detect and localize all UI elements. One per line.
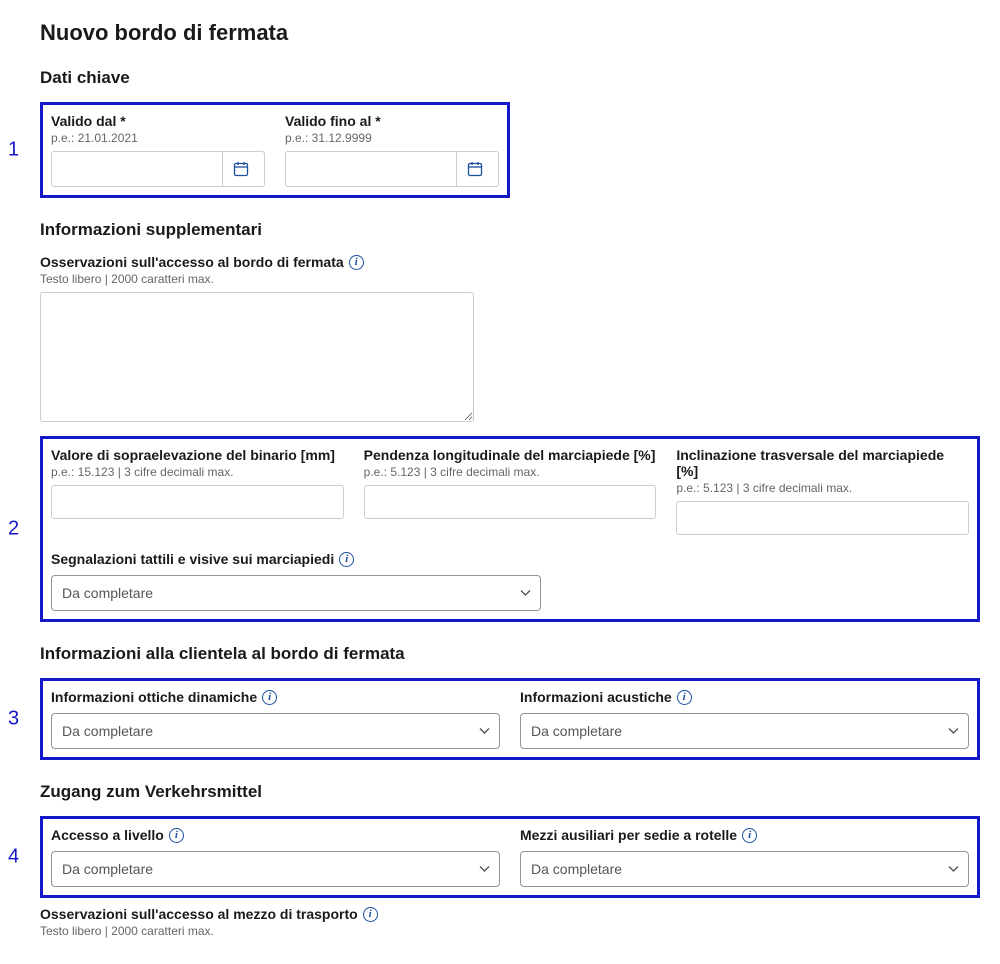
inclinazione-trasv-input[interactable]	[676, 501, 969, 535]
section-info-clientela-title: Informazioni alla clientela al bordo di …	[40, 644, 980, 664]
acustiche-label: Informazioni acustiche	[520, 689, 672, 705]
section-dati-chiave-title: Dati chiave	[40, 68, 980, 88]
info-icon[interactable]: i	[339, 552, 354, 567]
segnalazioni-select[interactable]: Da completare	[51, 575, 541, 611]
osservazioni-bordo-textarea[interactable]	[40, 292, 474, 422]
info-icon[interactable]: i	[169, 828, 184, 843]
valido-dal-input[interactable]	[52, 153, 222, 185]
valido-fino-calendar-button[interactable]	[456, 152, 492, 186]
mezzi-ausiliari-label: Mezzi ausiliari per sedie a rotelle	[520, 827, 737, 843]
accesso-livello-select[interactable]: Da completare	[51, 851, 500, 887]
valido-dal-label: Valido dal *	[51, 113, 265, 129]
pendenza-long-hint: p.e.: 5.123 | 3 cifre decimali max.	[364, 465, 657, 479]
info-icon[interactable]: i	[677, 690, 692, 705]
info-icon[interactable]: i	[742, 828, 757, 843]
ottiche-dinamiche-select[interactable]: Da completare	[51, 713, 500, 749]
section-info-supp-title: Informazioni supplementari	[40, 220, 980, 240]
osservazioni-bordo-hint: Testo libero | 2000 caratteri max.	[40, 272, 980, 286]
segnalazioni-label: Segnalazioni tattili e visive sui marcia…	[51, 551, 334, 567]
inclinazione-trasv-label: Inclinazione trasversale del marciapiede…	[676, 447, 969, 479]
accesso-livello-label: Accesso a livello	[51, 827, 164, 843]
page-title: Nuovo bordo di fermata	[40, 20, 980, 46]
osservazioni-mezzo-label: Osservazioni sull'accesso al mezzo di tr…	[40, 906, 358, 922]
annotation-2: 2	[8, 518, 19, 541]
mezzi-ausiliari-select[interactable]: Da completare	[520, 851, 969, 887]
annotation-1: 1	[8, 139, 19, 162]
annotation-3: 3	[8, 708, 19, 731]
osservazioni-bordo-label: Osservazioni sull'accesso al bordo di fe…	[40, 254, 344, 270]
valido-fino-label: Valido fino al *	[285, 113, 499, 129]
valido-fino-hint: p.e.: 31.12.9999	[285, 131, 499, 145]
valido-fino-input[interactable]	[286, 153, 456, 185]
pendenza-long-label: Pendenza longitudinale del marciapiede […	[364, 447, 657, 463]
pendenza-long-input[interactable]	[364, 485, 657, 519]
info-icon[interactable]: i	[363, 907, 378, 922]
sopraelevazione-label: Valore di sopraelevazione del binario [m…	[51, 447, 344, 463]
annotation-4: 4	[8, 846, 19, 869]
osservazioni-mezzo-hint: Testo libero | 2000 caratteri max.	[40, 924, 980, 938]
info-icon[interactable]: i	[349, 255, 364, 270]
section-zugang-title: Zugang zum Verkehrsmittel	[40, 782, 980, 802]
calendar-icon	[233, 161, 249, 177]
sopraelevazione-input[interactable]	[51, 485, 344, 519]
calendar-icon	[467, 161, 483, 177]
sopraelevazione-hint: p.e.: 15.123 | 3 cifre decimali max.	[51, 465, 344, 479]
ottiche-dinamiche-label: Informazioni ottiche dinamiche	[51, 689, 257, 705]
valido-dal-calendar-button[interactable]	[222, 152, 258, 186]
inclinazione-trasv-hint: p.e.: 5.123 | 3 cifre decimali max.	[676, 481, 969, 495]
acustiche-select[interactable]: Da completare	[520, 713, 969, 749]
valido-dal-hint: p.e.: 21.01.2021	[51, 131, 265, 145]
info-icon[interactable]: i	[262, 690, 277, 705]
